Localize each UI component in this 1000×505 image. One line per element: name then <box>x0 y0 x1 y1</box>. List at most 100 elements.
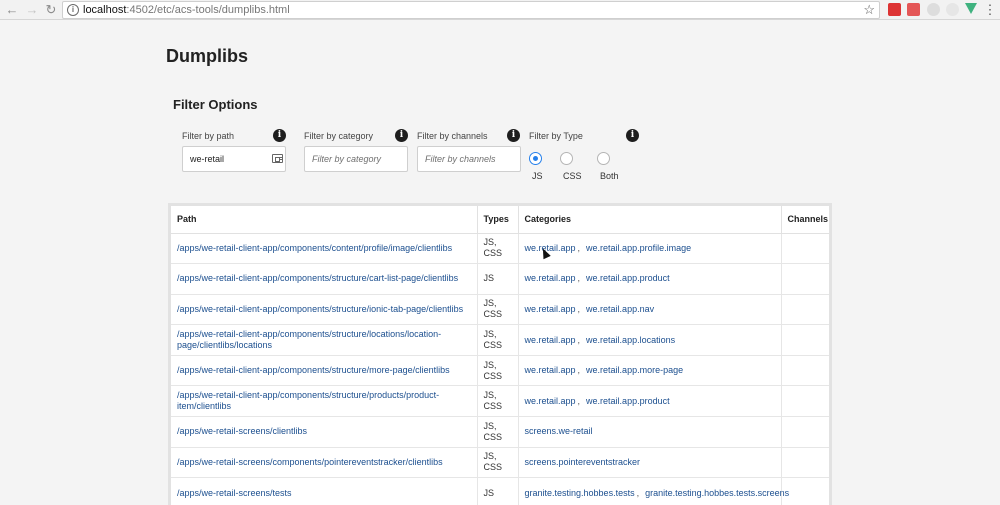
radio-both[interactable] <box>597 152 610 165</box>
path-link[interactable]: /apps/we-retail-client-app/components/st… <box>177 365 450 375</box>
path-link[interactable]: /apps/we-retail-screens/clientlibs <box>177 426 307 436</box>
path-cell: /apps/we-retail-client-app/components/st… <box>171 294 478 326</box>
categories-cell: screens.pointereventstracker <box>518 447 782 479</box>
category-link[interactable]: we.retail.app.locations <box>586 335 675 345</box>
radio-both-label: Both <box>600 171 619 181</box>
category-link[interactable]: granite.testing.hobbes.tests <box>525 488 635 498</box>
filter-options-heading: Filter Options <box>173 97 258 112</box>
categories-cell: we.retail.app, we.retail.app.product <box>518 385 782 418</box>
categories-cell: screens.we-retail <box>518 416 782 448</box>
channels-cell <box>781 233 829 265</box>
types-cell: JS, CSS <box>477 233 519 265</box>
category-separator: , <box>577 273 581 284</box>
site-info-icon[interactable]: i <box>67 4 79 16</box>
extension-icon[interactable] <box>927 3 940 16</box>
types-cell: JS <box>477 263 519 295</box>
table-row: /apps/we-retail-client-app/components/st… <box>171 324 829 356</box>
channels-cell <box>781 447 829 479</box>
category-separator: , <box>577 334 581 345</box>
table-row: /apps/we-retail-client-app/components/st… <box>171 385 829 418</box>
forward-arrow-icon[interactable]: → <box>24 2 40 18</box>
tag-icon[interactable] <box>272 154 283 163</box>
radio-js-label: JS <box>532 171 543 181</box>
category-link[interactable]: we.retail.app <box>525 396 576 406</box>
channels-cell <box>781 416 829 448</box>
path-link[interactable]: /apps/we-retail-client-app/components/st… <box>177 304 463 314</box>
column-header-path[interactable]: Path <box>171 206 478 234</box>
path-link[interactable]: /apps/we-retail-screens/components/point… <box>177 457 443 467</box>
back-arrow-icon[interactable]: ← <box>4 2 20 18</box>
filter-path-label: Filter by path <box>182 131 235 141</box>
table-row: /apps/we-retail-client-app/components/co… <box>171 233 829 265</box>
info-icon[interactable]: i <box>395 129 408 142</box>
reload-icon[interactable]: ↻ <box>43 2 59 18</box>
types-cell: JS, CSS <box>477 447 519 479</box>
table-row: /apps/we-retail-client-app/components/st… <box>171 294 829 326</box>
category-separator: , <box>636 487 640 498</box>
menu-icon[interactable]: ⋮ <box>982 2 998 18</box>
path-cell: /apps/we-retail-client-app/components/st… <box>171 385 478 418</box>
category-link[interactable]: we.retail.app.nav <box>586 304 654 314</box>
vue-devtools-icon[interactable] <box>965 3 977 14</box>
category-link[interactable]: we.retail.app.product <box>586 273 670 283</box>
table-row: /apps/we-retail-screens/clientlibs JS, CS… <box>171 416 829 448</box>
category-link[interactable]: we.retail.app <box>525 243 576 253</box>
radio-css-label: CSS <box>563 171 582 181</box>
path-cell: /apps/we-retail-screens/components/point… <box>171 447 478 479</box>
url-text[interactable]: localhost:4502/etc/acs-tools/dumplibs.ht… <box>83 4 290 17</box>
path-link[interactable]: /apps/we-retail-client-app/components/st… <box>177 329 441 350</box>
clientlibs-table: Path Types Categories Channels /apps/we-… <box>168 203 832 505</box>
path-link[interactable]: /apps/we-retail-client-app/components/st… <box>177 273 458 283</box>
table-body: /apps/we-retail-client-app/components/co… <box>171 233 829 505</box>
path-link[interactable]: /apps/we-retail-screens/tests <box>177 488 292 498</box>
bookmark-star-icon[interactable]: ☆ <box>863 2 875 18</box>
path-cell: /apps/we-retail-screens/clientlibs <box>171 416 478 448</box>
types-cell: JS, CSS <box>477 385 519 418</box>
category-separator: , <box>577 303 581 314</box>
address-bar[interactable]: i localhost:4502/etc/acs-tools/dumplibs.… <box>62 1 880 19</box>
category-link[interactable]: we.retail.app <box>525 273 576 283</box>
extension-icon[interactable] <box>888 3 901 16</box>
channels-cell <box>781 263 829 295</box>
category-link[interactable]: screens.pointereventstracker <box>525 457 641 467</box>
category-link[interactable]: we.retail.app <box>525 365 576 375</box>
browser-toolbar: ← → ↻ i localhost:4502/etc/acs-tools/dum… <box>0 0 1000 20</box>
column-header-types[interactable]: Types <box>477 206 519 234</box>
filter-type-label: Filter by Type <box>529 131 583 141</box>
path-link[interactable]: /apps/we-retail-client-app/components/st… <box>177 390 439 411</box>
info-icon[interactable]: i <box>507 129 520 142</box>
category-link[interactable]: we.retail.app.profile.image <box>586 243 691 253</box>
table-row: /apps/we-retail-client-app/components/st… <box>171 355 829 387</box>
category-link[interactable]: we.retail.app.more-page <box>586 365 683 375</box>
radio-css[interactable] <box>560 152 573 165</box>
page-title: Dumplibs <box>166 46 249 66</box>
channels-cell <box>781 324 829 356</box>
filter-path-input[interactable] <box>182 146 286 172</box>
category-link[interactable]: we.retail.app.product <box>586 396 670 406</box>
category-link[interactable]: screens.we-retail <box>525 426 593 436</box>
radio-js[interactable] <box>529 152 542 165</box>
filter-category-label: Filter by category <box>304 131 374 141</box>
filter-channels-input[interactable] <box>417 146 521 172</box>
category-link[interactable]: we.retail.app <box>525 304 576 314</box>
info-icon[interactable]: i <box>273 129 286 142</box>
info-icon[interactable]: i <box>626 129 639 142</box>
categories-cell: we.retail.app, we.retail.app.nav <box>518 294 782 326</box>
categories-cell: we.retail.app, we.retail.app.profile.imag… <box>518 233 782 265</box>
extension-icon[interactable] <box>907 3 920 16</box>
types-cell: JS, CSS <box>477 294 519 326</box>
path-cell: /apps/we-retail-client-app/components/co… <box>171 233 478 265</box>
filter-channels-label: Filter by channels <box>417 131 488 141</box>
path-cell: /apps/we-retail-client-app/components/st… <box>171 324 478 356</box>
column-header-channels[interactable]: Channels <box>781 206 829 234</box>
extension-icon[interactable] <box>946 3 959 16</box>
path-link[interactable]: /apps/we-retail-client-app/components/co… <box>177 243 452 253</box>
category-link[interactable]: we.retail.app <box>525 335 576 345</box>
column-header-categories[interactable]: Categories <box>518 206 782 234</box>
category-link[interactable]: granite.testing.hobbes.tests.screens <box>645 488 789 498</box>
filter-category-input[interactable] <box>304 146 408 172</box>
category-separator: , <box>577 395 581 406</box>
categories-cell: we.retail.app, we.retail.app.locations <box>518 324 782 356</box>
channels-cell <box>781 355 829 387</box>
categories-cell: granite.testing.hobbes.tests, granite.tes… <box>518 477 789 505</box>
